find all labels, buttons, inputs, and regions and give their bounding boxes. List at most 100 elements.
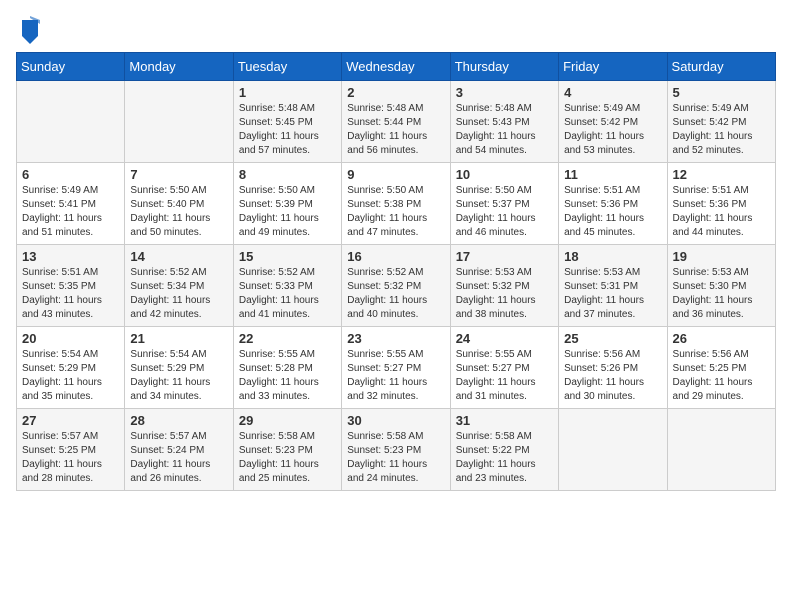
calendar-cell: 28Sunrise: 5:57 AMSunset: 5:24 PMDayligh… (125, 409, 233, 491)
calendar-cell: 9Sunrise: 5:50 AMSunset: 5:38 PMDaylight… (342, 163, 450, 245)
calendar-cell: 18Sunrise: 5:53 AMSunset: 5:31 PMDayligh… (559, 245, 667, 327)
day-number: 19 (673, 249, 770, 264)
day-number: 28 (130, 413, 227, 428)
calendar-table: SundayMondayTuesdayWednesdayThursdayFrid… (16, 52, 776, 491)
day-info: Sunrise: 5:58 AM (239, 430, 336, 444)
day-info: Sunset: 5:42 PM (564, 116, 661, 130)
calendar-cell: 6Sunrise: 5:49 AMSunset: 5:41 PMDaylight… (17, 163, 125, 245)
calendar-cell: 2Sunrise: 5:48 AMSunset: 5:44 PMDaylight… (342, 81, 450, 163)
day-info: Daylight: 11 hours and 30 minutes. (564, 376, 661, 404)
calendar-cell: 19Sunrise: 5:53 AMSunset: 5:30 PMDayligh… (667, 245, 775, 327)
calendar-cell: 22Sunrise: 5:55 AMSunset: 5:28 PMDayligh… (233, 327, 341, 409)
day-info: Sunrise: 5:58 AM (456, 430, 553, 444)
day-info: Sunrise: 5:48 AM (347, 102, 444, 116)
calendar-body: 1Sunrise: 5:48 AMSunset: 5:45 PMDaylight… (17, 81, 776, 491)
calendar-cell (17, 81, 125, 163)
day-info: Daylight: 11 hours and 43 minutes. (22, 294, 119, 322)
day-info: Sunset: 5:39 PM (239, 198, 336, 212)
day-number: 22 (239, 331, 336, 346)
calendar-header: SundayMondayTuesdayWednesdayThursdayFrid… (17, 53, 776, 81)
day-info: Sunrise: 5:51 AM (564, 184, 661, 198)
day-info: Sunset: 5:45 PM (239, 116, 336, 130)
day-info: Daylight: 11 hours and 42 minutes. (130, 294, 227, 322)
calendar-cell (667, 409, 775, 491)
day-info: Sunset: 5:31 PM (564, 280, 661, 294)
day-number: 11 (564, 167, 661, 182)
day-info: Daylight: 11 hours and 25 minutes. (239, 458, 336, 486)
calendar-cell: 5Sunrise: 5:49 AMSunset: 5:42 PMDaylight… (667, 81, 775, 163)
calendar-cell: 25Sunrise: 5:56 AMSunset: 5:26 PMDayligh… (559, 327, 667, 409)
week-row-3: 13Sunrise: 5:51 AMSunset: 5:35 PMDayligh… (17, 245, 776, 327)
day-number: 21 (130, 331, 227, 346)
calendar-cell: 15Sunrise: 5:52 AMSunset: 5:33 PMDayligh… (233, 245, 341, 327)
day-number: 15 (239, 249, 336, 264)
day-info: Sunrise: 5:54 AM (22, 348, 119, 362)
day-info: Sunset: 5:43 PM (456, 116, 553, 130)
day-number: 25 (564, 331, 661, 346)
day-info: Sunrise: 5:56 AM (564, 348, 661, 362)
day-info: Sunrise: 5:55 AM (239, 348, 336, 362)
day-info: Sunrise: 5:50 AM (239, 184, 336, 198)
day-info: Daylight: 11 hours and 31 minutes. (456, 376, 553, 404)
calendar-cell (125, 81, 233, 163)
calendar-cell: 3Sunrise: 5:48 AMSunset: 5:43 PMDaylight… (450, 81, 558, 163)
day-info: Daylight: 11 hours and 34 minutes. (130, 376, 227, 404)
day-info: Sunset: 5:32 PM (347, 280, 444, 294)
day-number: 30 (347, 413, 444, 428)
day-number: 4 (564, 85, 661, 100)
day-info: Daylight: 11 hours and 28 minutes. (22, 458, 119, 486)
day-info: Daylight: 11 hours and 53 minutes. (564, 130, 661, 158)
calendar-cell: 14Sunrise: 5:52 AMSunset: 5:34 PMDayligh… (125, 245, 233, 327)
day-info: Daylight: 11 hours and 44 minutes. (673, 212, 770, 240)
calendar-cell: 1Sunrise: 5:48 AMSunset: 5:45 PMDaylight… (233, 81, 341, 163)
calendar-cell: 31Sunrise: 5:58 AMSunset: 5:22 PMDayligh… (450, 409, 558, 491)
logo-icon (18, 16, 42, 44)
day-info: Sunset: 5:35 PM (22, 280, 119, 294)
day-info: Sunset: 5:25 PM (673, 362, 770, 376)
day-number: 2 (347, 85, 444, 100)
day-info: Sunset: 5:32 PM (456, 280, 553, 294)
day-info: Daylight: 11 hours and 37 minutes. (564, 294, 661, 322)
day-info: Sunrise: 5:50 AM (456, 184, 553, 198)
calendar-cell (559, 409, 667, 491)
calendar-cell: 11 Sunrise: 5:51 AMSunset: 5:36 PMDayligh… (559, 163, 667, 245)
header-row: SundayMondayTuesdayWednesdayThursdayFrid… (17, 53, 776, 81)
calendar-cell: 13Sunrise: 5:51 AMSunset: 5:35 PMDayligh… (17, 245, 125, 327)
day-number: 23 (347, 331, 444, 346)
day-number: 17 (456, 249, 553, 264)
header-day-thursday: Thursday (450, 53, 558, 81)
logo (16, 16, 42, 44)
day-info: Sunrise: 5:57 AM (22, 430, 119, 444)
day-number: 29 (239, 413, 336, 428)
calendar-cell: 16Sunrise: 5:52 AMSunset: 5:32 PMDayligh… (342, 245, 450, 327)
day-info: Sunset: 5:36 PM (564, 198, 661, 212)
day-info: Sunset: 5:30 PM (673, 280, 770, 294)
day-info: Daylight: 11 hours and 45 minutes. (564, 212, 661, 240)
day-number: 18 (564, 249, 661, 264)
header-day-monday: Monday (125, 53, 233, 81)
page-header (16, 16, 776, 44)
day-info: Sunset: 5:36 PM (673, 198, 770, 212)
header-day-tuesday: Tuesday (233, 53, 341, 81)
day-info: Daylight: 11 hours and 41 minutes. (239, 294, 336, 322)
day-info: Daylight: 11 hours and 51 minutes. (22, 212, 119, 240)
week-row-1: 1Sunrise: 5:48 AMSunset: 5:45 PMDaylight… (17, 81, 776, 163)
day-info: Sunset: 5:37 PM (456, 198, 553, 212)
day-info: Daylight: 11 hours and 46 minutes. (456, 212, 553, 240)
calendar-cell: 20Sunrise: 5:54 AMSunset: 5:29 PMDayligh… (17, 327, 125, 409)
day-info: Sunrise: 5:49 AM (564, 102, 661, 116)
day-number: 7 (130, 167, 227, 182)
calendar-cell: 27Sunrise: 5:57 AMSunset: 5:25 PMDayligh… (17, 409, 125, 491)
week-row-2: 6Sunrise: 5:49 AMSunset: 5:41 PMDaylight… (17, 163, 776, 245)
day-info: Daylight: 11 hours and 35 minutes. (22, 376, 119, 404)
day-info: Daylight: 11 hours and 49 minutes. (239, 212, 336, 240)
day-number: 6 (22, 167, 119, 182)
day-info: Sunrise: 5:57 AM (130, 430, 227, 444)
header-day-wednesday: Wednesday (342, 53, 450, 81)
day-info: Sunset: 5:25 PM (22, 444, 119, 458)
day-info: Sunset: 5:41 PM (22, 198, 119, 212)
day-info: Sunset: 5:23 PM (239, 444, 336, 458)
day-info: Sunrise: 5:48 AM (239, 102, 336, 116)
calendar-cell: 29 Sunrise: 5:58 AMSunset: 5:23 PMDayligh… (233, 409, 341, 491)
day-info: Sunrise: 5:52 AM (130, 266, 227, 280)
